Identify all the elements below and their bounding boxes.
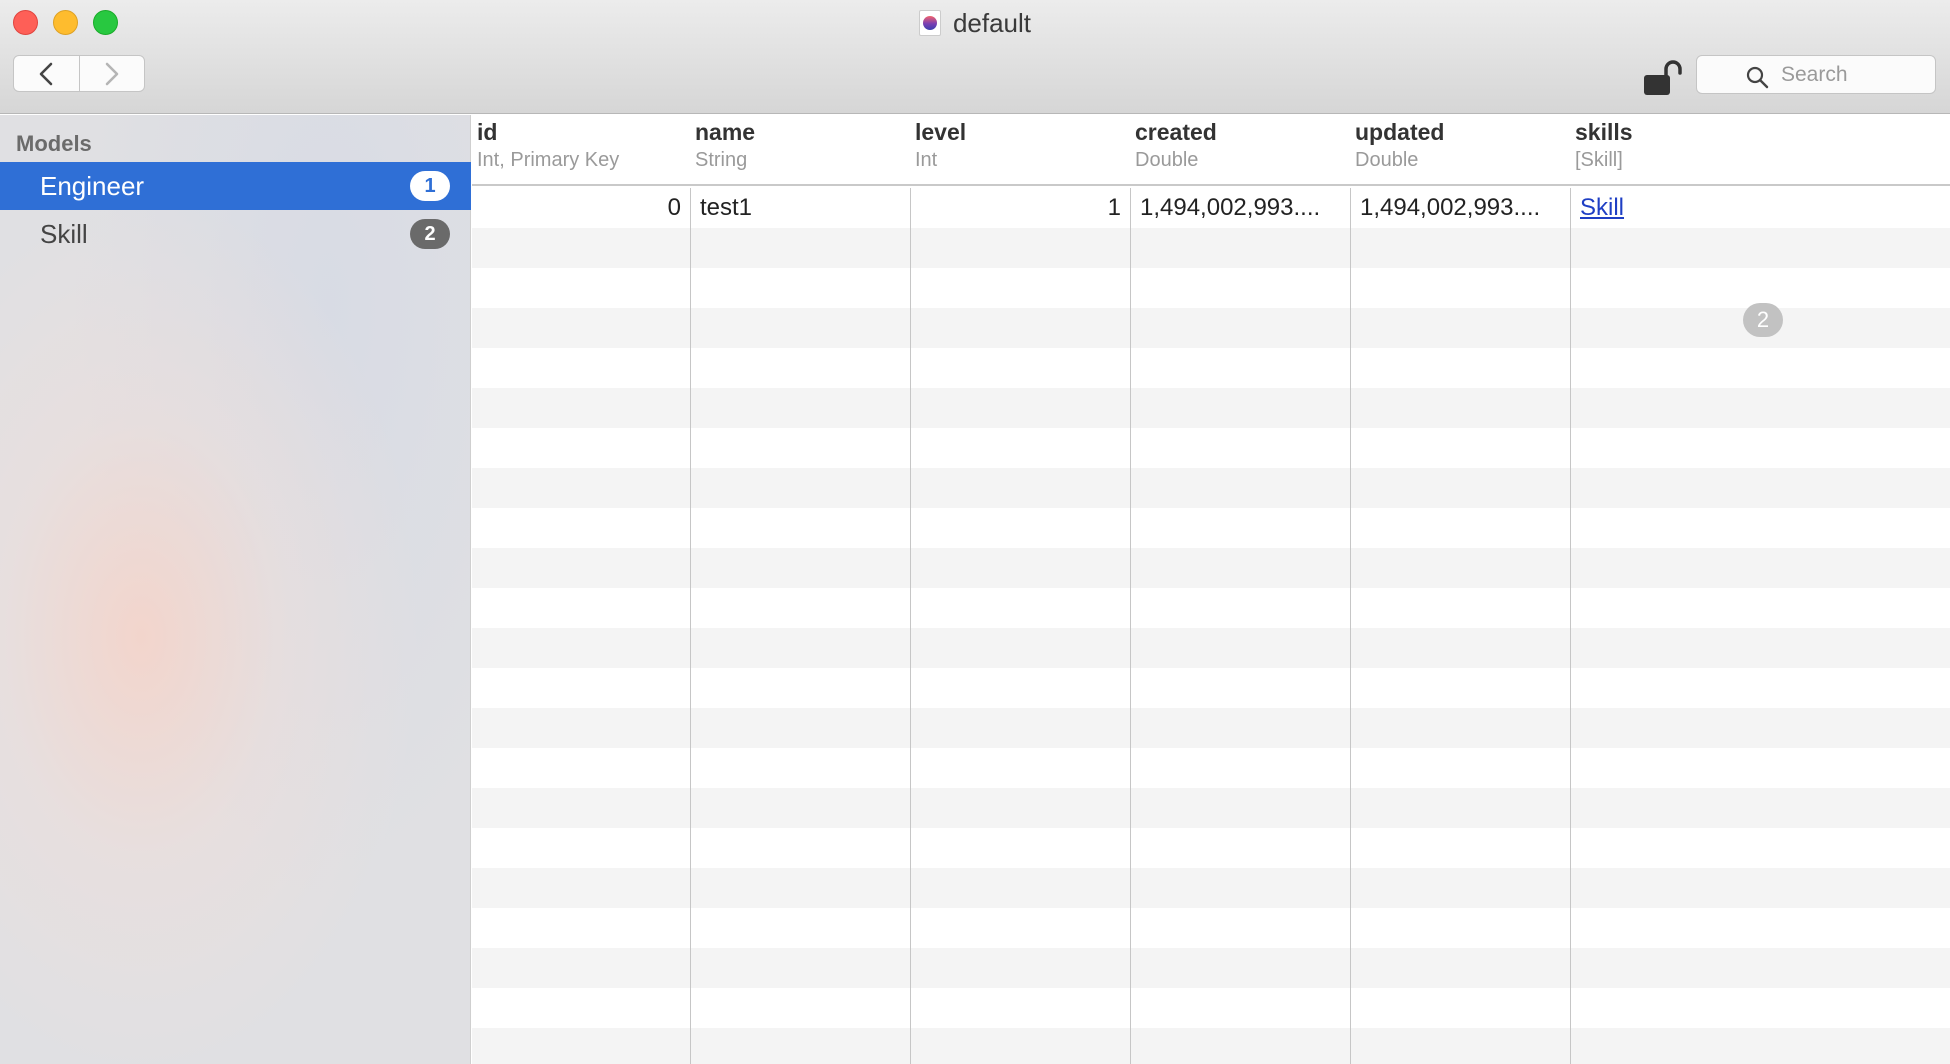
sidebar-item-label: Skill xyxy=(40,218,88,249)
search-input[interactable] xyxy=(1781,62,1931,87)
table-row xyxy=(472,668,1950,708)
sidebar-item-skill[interactable]: Skill 2 xyxy=(0,210,471,258)
sidebar: Models Engineer 1 Skill 2 xyxy=(0,115,471,1064)
column-type: [Skill] xyxy=(1575,149,1623,171)
column-divider[interactable] xyxy=(690,188,691,1064)
search-icon xyxy=(1746,66,1769,89)
search-field[interactable] xyxy=(1696,55,1936,94)
table-row xyxy=(472,388,1950,428)
unlocked-padlock-icon[interactable] xyxy=(1642,58,1684,98)
column-header-created[interactable]: created Double xyxy=(1130,115,1350,186)
table-row xyxy=(472,588,1950,628)
column-header-id[interactable]: id Int, Primary Key xyxy=(472,115,690,186)
table-row xyxy=(472,988,1950,1028)
table-row xyxy=(472,428,1950,468)
table-row xyxy=(472,308,1950,348)
table-row xyxy=(472,468,1950,508)
column-divider[interactable] xyxy=(1350,188,1351,1064)
cell-name[interactable]: test1 xyxy=(691,188,910,228)
table-row xyxy=(472,1028,1950,1064)
cell-level[interactable]: 1 xyxy=(911,188,1130,228)
app-window: default Mode xyxy=(0,0,1950,1064)
titlebar: default xyxy=(0,0,1950,114)
column-type: Int, Primary Key xyxy=(477,149,620,171)
column-header-skills[interactable]: skills [Skill] xyxy=(1570,115,1950,186)
column-name: name xyxy=(695,119,756,145)
table-header: id Int, Primary Key name String level In… xyxy=(472,115,1950,186)
column-divider[interactable] xyxy=(1130,188,1131,1064)
skills-link[interactable]: Skill xyxy=(1580,194,1624,222)
table-row xyxy=(472,708,1950,748)
column-type: Double xyxy=(1355,149,1419,171)
skills-count-badge: 2 xyxy=(1743,303,1783,337)
table-row xyxy=(472,908,1950,948)
column-header-name[interactable]: name String xyxy=(690,115,910,186)
column-header-updated[interactable]: updated Double xyxy=(1350,115,1570,186)
window-title: default xyxy=(952,7,1032,38)
cell-id[interactable]: 0 xyxy=(472,188,690,228)
realm-document-icon xyxy=(918,10,941,36)
chevron-left-icon xyxy=(39,62,53,85)
sidebar-item-label: Engineer xyxy=(40,170,145,201)
sidebar-item-engineer[interactable]: Engineer 1 xyxy=(0,162,471,210)
forward-button[interactable] xyxy=(78,56,145,91)
table-row xyxy=(472,748,1950,788)
cell-skills: Skill xyxy=(1571,188,1731,228)
sidebar-heading: Models xyxy=(16,131,92,156)
cell-updated[interactable]: 1,494,002,993.... xyxy=(1351,188,1570,228)
column-name: id xyxy=(477,119,498,145)
column-divider[interactable] xyxy=(1570,188,1571,1064)
back-button[interactable] xyxy=(14,56,79,91)
column-type: Int xyxy=(915,149,938,171)
column-type: Double xyxy=(1135,149,1199,171)
navigation-buttons xyxy=(13,55,145,92)
table-row xyxy=(472,948,1950,988)
window-title-group: default xyxy=(0,8,1950,38)
column-header-level[interactable]: level Int xyxy=(910,115,1130,186)
column-name: updated xyxy=(1355,119,1445,145)
column-name: skills xyxy=(1575,119,1633,145)
column-name: level xyxy=(915,119,967,145)
table-row xyxy=(472,828,1950,868)
chevron-right-icon xyxy=(105,62,119,85)
count-badge: 1 xyxy=(410,171,450,201)
table-row xyxy=(472,228,1950,268)
column-divider[interactable] xyxy=(910,188,911,1064)
table-row xyxy=(472,508,1950,548)
table-row xyxy=(472,788,1950,828)
table-row xyxy=(472,348,1950,388)
cell-created[interactable]: 1,494,002,993.... xyxy=(1131,188,1350,228)
column-name: created xyxy=(1135,119,1217,145)
table-row xyxy=(472,268,1950,308)
table-row xyxy=(472,548,1950,588)
column-type: String xyxy=(695,149,748,171)
table-row xyxy=(472,628,1950,668)
table-rows-background xyxy=(472,188,1950,1064)
count-badge: 2 xyxy=(410,219,450,249)
table-row xyxy=(472,868,1950,908)
objects-table: id Int, Primary Key name String level In… xyxy=(472,115,1950,1064)
